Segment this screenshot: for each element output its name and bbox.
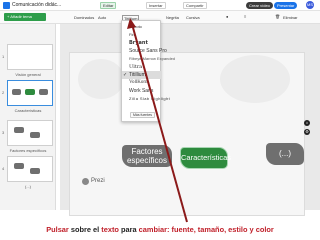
caption-part: Pulsar [46,225,69,234]
caption-part: texto [101,225,119,234]
annotation-arrow [127,18,188,223]
caption-part: cambiar: fuente, tamaño, estilo y color [138,225,274,234]
caption-part: sobre el [68,225,102,234]
annotation-arrow-line [131,23,188,223]
caption-part: para [118,225,139,234]
instruction-caption: Pulsar sobre el texto para cambiar: fuen… [0,225,320,234]
annotation-arrow-head [127,18,136,29]
